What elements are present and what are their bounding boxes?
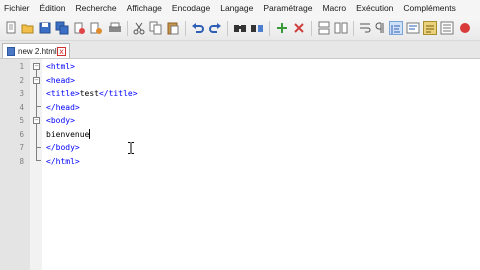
code-text: <body> <box>46 116 75 125</box>
title-open-tag: <title> <box>46 89 80 98</box>
word-wrap-icon[interactable] <box>358 21 372 35</box>
menu-edition[interactable]: Édition <box>40 0 66 16</box>
line-number: 6 <box>19 129 24 139</box>
title-close-tag: </title> <box>98 89 138 98</box>
menu-langage[interactable]: Langage <box>220 0 253 16</box>
replace-icon[interactable] <box>250 21 264 35</box>
code-text: </body> <box>46 143 80 152</box>
print-icon[interactable] <box>108 21 122 35</box>
toolbar-separator <box>353 21 354 36</box>
paste-icon[interactable] <box>166 21 180 35</box>
save-all-icon[interactable] <box>55 21 69 35</box>
cut-icon[interactable] <box>132 21 146 35</box>
close-icon[interactable] <box>72 21 86 35</box>
notepad-window: Fichier Édition Recherche Affichage Enco… <box>0 0 480 270</box>
toolbar-separator <box>127 21 128 36</box>
line-number: 8 <box>19 156 24 166</box>
title-text: test <box>79 89 99 98</box>
language-icon[interactable] <box>406 21 420 35</box>
close-all-icon[interactable] <box>89 21 103 35</box>
code-line: 4 </head> <box>0 101 480 115</box>
line-number: 5 <box>19 116 24 125</box>
code-line: 2 − <head> <box>0 74 480 88</box>
toolbar-separator <box>311 21 312 36</box>
menu-execution[interactable]: Exécution <box>356 0 393 16</box>
code-text: <head> <box>46 75 75 85</box>
code-line: 3 <title>test</title> <box>0 87 480 101</box>
menu-affichage[interactable]: Affichage <box>127 0 162 16</box>
code-text: </html> <box>46 156 80 166</box>
tab-new-2-html[interactable]: new 2.html x <box>2 43 70 58</box>
line-number: 4 <box>19 102 24 112</box>
function-list-icon[interactable] <box>440 21 454 35</box>
code-text: bienvenue <box>46 128 91 142</box>
fold-toggle-icon[interactable]: − <box>33 117 40 124</box>
redo-icon[interactable] <box>208 21 222 35</box>
zoom-out-icon[interactable] <box>292 21 306 35</box>
show-all-chars-icon[interactable] <box>373 21 387 35</box>
code-text: <html> <box>46 62 75 71</box>
toolbar-separator <box>227 21 228 36</box>
tab-close-icon[interactable]: x <box>57 46 66 56</box>
code-editor[interactable]: 1 − <html> 2 − <head> 3 <title>test</tit… <box>0 59 480 270</box>
code-line: 5 − <body> <box>0 114 480 128</box>
toolbar-separator <box>269 21 270 36</box>
line-number: 1 <box>19 62 24 71</box>
undo-icon[interactable] <box>191 21 205 35</box>
copy-icon[interactable] <box>149 21 163 35</box>
code-line: 6 bienvenue <box>0 128 480 142</box>
menu-bar: Fichier Édition Recherche Affichage Enco… <box>0 0 480 16</box>
line-number: 7 <box>19 143 24 152</box>
indent-guide-icon[interactable] <box>389 21 403 35</box>
menu-macro[interactable]: Macro <box>322 0 346 16</box>
menu-recherche[interactable]: Recherche <box>76 0 117 16</box>
code-line: 7 </body> <box>0 141 480 155</box>
new-file-icon[interactable] <box>4 21 18 35</box>
code-text: <title>test</title> <box>46 87 138 101</box>
menu-parametrage[interactable]: Paramétrage <box>263 0 312 16</box>
find-icon[interactable] <box>233 21 247 35</box>
body-text: bienvenue <box>46 129 90 139</box>
zoom-in-icon[interactable] <box>275 21 289 35</box>
menu-complements[interactable]: Compléments <box>403 0 455 16</box>
code-line: 8 </html> <box>0 155 480 169</box>
text-caret <box>89 129 91 139</box>
sync-horizontal-icon[interactable] <box>334 21 348 35</box>
tab-bar: new 2.html x <box>0 41 480 59</box>
menu-fichier[interactable]: Fichier <box>4 0 30 16</box>
doc-map-icon[interactable] <box>423 21 437 35</box>
file-icon <box>7 46 15 56</box>
ibeam-cursor-icon <box>128 141 134 154</box>
toolbar-separator <box>185 21 186 36</box>
code-line: 1 − <html> <box>0 60 480 74</box>
save-icon[interactable] <box>38 21 52 35</box>
tab-label: new 2.html <box>18 46 57 56</box>
record-macro-icon[interactable] <box>458 21 472 35</box>
sync-vertical-icon[interactable] <box>317 21 331 35</box>
code-text: </head> <box>46 102 80 112</box>
menu-encodage[interactable]: Encodage <box>172 0 210 16</box>
fold-toggle-icon[interactable]: − <box>33 63 40 70</box>
line-number: 3 <box>19 89 24 98</box>
fold-toggle-icon[interactable]: − <box>33 76 40 84</box>
line-number: 2 <box>19 75 24 85</box>
toolbar <box>0 16 480 41</box>
open-file-icon[interactable] <box>21 21 35 35</box>
